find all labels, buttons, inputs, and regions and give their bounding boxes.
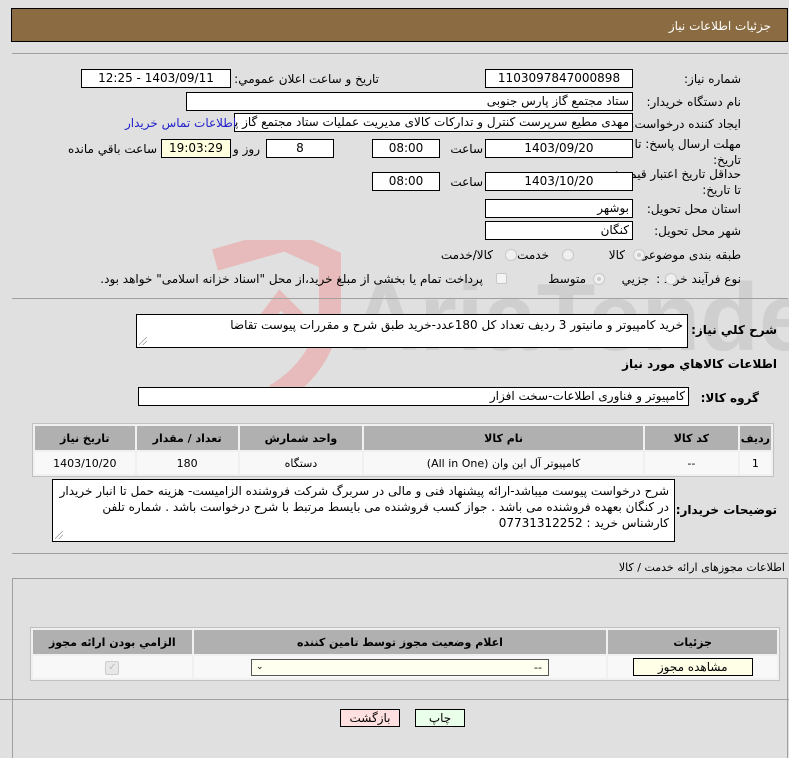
process-radio-minor[interactable] <box>665 273 677 285</box>
cell-qty: 180 <box>136 452 238 474</box>
cell-status: -- ⌄ <box>193 656 607 678</box>
buyer-contact-link[interactable]: اطلاعات تماس خریدار <box>125 116 236 130</box>
validity-time-label: ساعت <box>450 175 483 189</box>
divider <box>12 298 788 299</box>
goods-table-header: ردیف کد کالا نام کالا واحد شمارش تعداد /… <box>35 426 771 450</box>
announce-datetime-field: 1403/09/11 - 12:25 <box>81 69 231 88</box>
permit-status-value: -- <box>534 660 542 674</box>
validity-date-field: 1403/10/20 <box>485 172 633 191</box>
table-row: مشاهده مجوز -- ⌄ ✓ <box>33 656 777 678</box>
col-required: الزامي بودن ارائه مجوز <box>33 630 192 654</box>
time-left-label: ساعت باقي مانده <box>67 142 157 156</box>
category-radio-goods-service[interactable] <box>505 249 517 261</box>
cell-date: 1403/10/20 <box>35 452 135 474</box>
category-option-goods-service: کالا/خدمت <box>440 248 493 262</box>
buyer-notes-label: توضیحات خریدار: <box>675 503 777 517</box>
deadline-label: مهلت ارسال پاسخ: تا تاریخ: <box>634 137 741 167</box>
goods-group-field: کامپیوتر و فناوری اطلاعات-سخت افزار <box>138 387 689 406</box>
divider <box>12 553 788 554</box>
province-field: بوشهر <box>485 199 633 218</box>
goods-table: ردیف کد کالا نام کالا واحد شمارش تعداد /… <box>32 423 774 477</box>
table-row: 1 -- کامپیوتر آل این وان (All in One) دس… <box>35 452 771 474</box>
cell-required: ✓ <box>33 656 192 678</box>
resize-grip-icon[interactable] <box>55 531 63 539</box>
description-label: شرح کلي نياز: <box>691 323 777 337</box>
announce-label: تاریخ و ساعت اعلان عمومي: <box>234 72 379 86</box>
province-label: استان محل تحویل: <box>646 202 741 216</box>
buyer-org-field: ستاد مجتمع گاز پارس جنوبی <box>186 92 633 111</box>
buyer-notes-text: شرح درخواست پیوست میباشد-ارائه پیشنهاد ف… <box>59 484 669 530</box>
print-button[interactable]: چاپ <box>415 709 465 727</box>
deadline-date-field: 1403/09/20 <box>485 139 633 158</box>
city-field: کنگان <box>485 221 633 240</box>
cell-code: -- <box>644 452 738 474</box>
col-status: اعلام وضعیت مجوز توسط تامین کننده <box>193 630 607 654</box>
permits-table-header: جزئیات اعلام وضعیت مجوز توسط تامین کننده… <box>33 630 777 654</box>
chevron-down-icon: ⌄ <box>255 661 264 672</box>
col-details: جزئیات <box>608 630 777 654</box>
need-number-field: 1103097847000898 <box>485 69 633 88</box>
description-textarea[interactable]: خرید کامپیوتر و مانیتور 3 ردیف تعداد کل … <box>136 314 688 348</box>
need-number-label: شماره نیاز: <box>684 72 741 86</box>
days-label: روز و <box>233 142 260 156</box>
cell-name: کامپیوتر آل این وان (All in One) <box>364 452 643 474</box>
deadline-time-label: ساعت <box>450 142 483 156</box>
permit-status-select[interactable]: -- ⌄ <box>250 658 549 676</box>
view-permit-button[interactable]: مشاهده مجوز <box>632 658 753 676</box>
cell-details: مشاهده مجوز <box>608 656 777 678</box>
category-option-goods: کالا <box>608 248 625 262</box>
back-button[interactable]: بازگشت <box>340 709 400 727</box>
buyer-org-label: نام دستگاه خریدار: <box>646 95 742 109</box>
permits-table: جزئیات اعلام وضعیت مجوز توسط تامین کننده… <box>30 627 780 681</box>
category-option-service: خدمت <box>517 248 549 262</box>
deadline-time-field: 08:00 <box>372 139 440 158</box>
col-date: تاریخ نیاز <box>35 426 135 450</box>
divider <box>0 699 789 700</box>
page-title: جزئیات اطلاعات نیاز <box>668 19 771 33</box>
time-left-field: 19:03:29 <box>161 139 231 158</box>
category-radio-service[interactable] <box>562 249 574 261</box>
divider <box>12 53 788 54</box>
creator-label: ایجاد کننده درخواست: <box>630 117 741 131</box>
treasury-text: پرداخت تمام یا بخشی از مبلغ خرید،از محل … <box>100 272 483 286</box>
days-left-field: 8 <box>266 139 334 158</box>
resize-grip-icon[interactable] <box>139 337 147 345</box>
permits-section-title: اطلاعات مجوزهای ارائه خدمت / کالا <box>618 561 785 574</box>
col-row: ردیف <box>739 426 771 450</box>
process-radio-medium[interactable] <box>593 273 605 285</box>
goods-group-label: گروه کالا: <box>700 391 759 405</box>
page-header: جزئیات اطلاعات نیاز <box>11 8 788 42</box>
treasury-checkbox[interactable] <box>496 273 507 284</box>
validity-time-field: 08:00 <box>372 172 440 191</box>
col-name: نام کالا <box>364 426 643 450</box>
goods-section-title: اطلاعات کالاهاي مورد نياز <box>622 357 777 371</box>
col-code: کد کالا <box>644 426 738 450</box>
col-unit: واحد شمارش <box>239 426 363 450</box>
process-option-medium: متوسط <box>548 272 586 286</box>
required-checkbox: ✓ <box>105 660 120 675</box>
category-label: طبقه بندی موضوعی: <box>634 248 741 262</box>
cell-unit: دستگاه <box>239 452 363 474</box>
buyer-notes-textarea[interactable]: شرح درخواست پیوست میباشد-ارائه پیشنهاد ف… <box>52 479 675 542</box>
category-radio-goods[interactable] <box>633 249 645 261</box>
process-option-minor: جزیي <box>621 272 649 286</box>
description-text: خرید کامپیوتر و مانیتور 3 ردیف تعداد کل … <box>230 318 683 332</box>
city-label: شهر محل تحویل: <box>654 224 741 238</box>
creator-field: مهدی مطیع سرپرست کنترل و تدارکات کالای م… <box>234 113 633 132</box>
col-qty: تعداد / مقدار <box>136 426 238 450</box>
cell-row: 1 <box>739 452 771 474</box>
